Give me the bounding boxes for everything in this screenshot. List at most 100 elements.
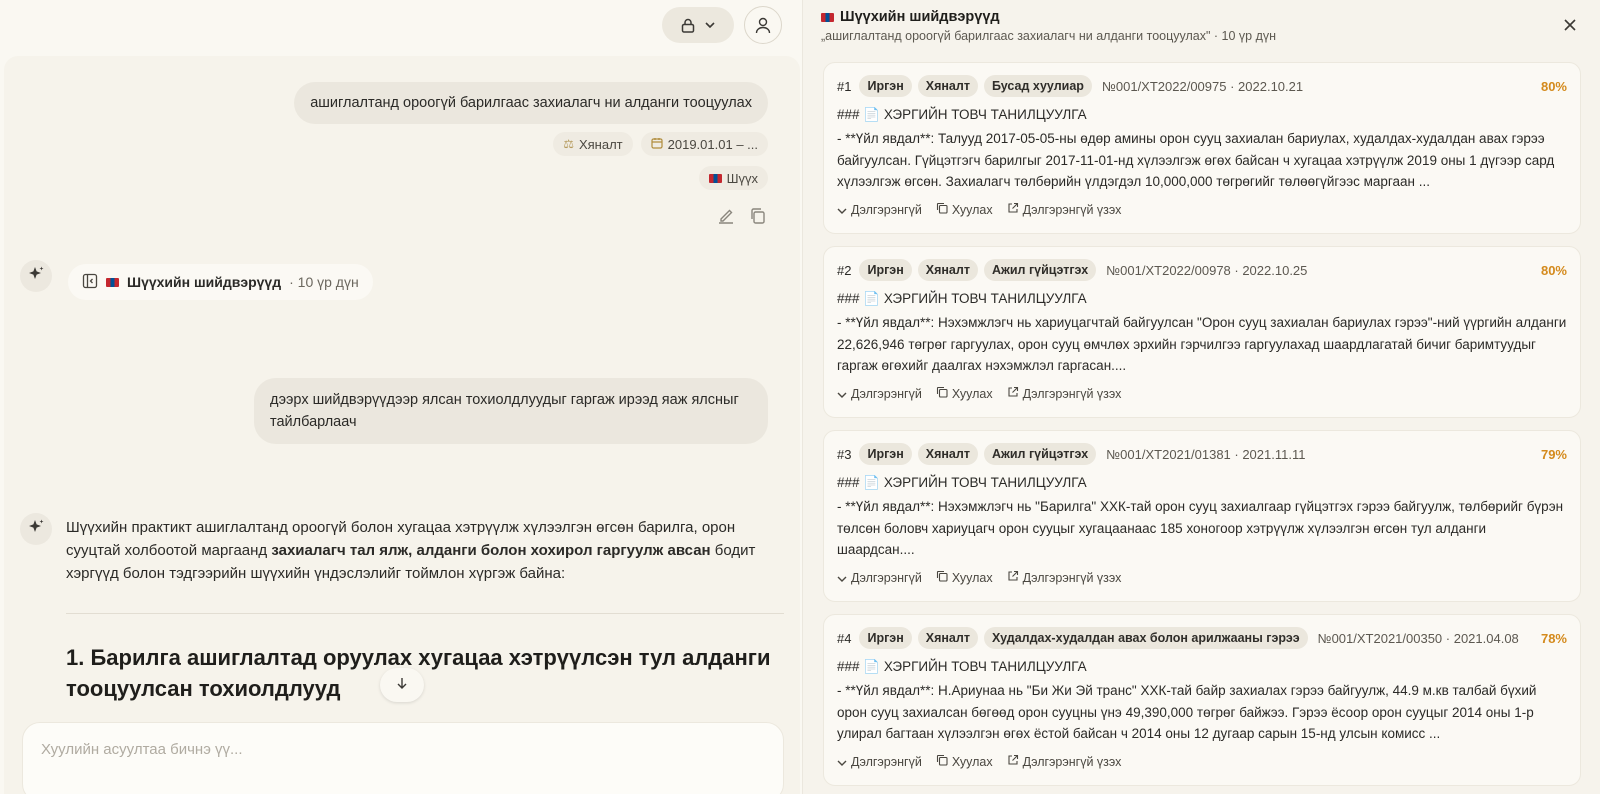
- action-label: Хуулах: [951, 754, 993, 769]
- chip-review[interactable]: ⚖ Хяналт: [553, 132, 633, 156]
- message-actions: [716, 206, 768, 226]
- message-composer: [22, 722, 784, 794]
- case-reference: №001/ХТ2021/00350 · 2021.04.08: [1317, 630, 1519, 646]
- chip-date-range[interactable]: 2019.01.01 – ...: [640, 132, 768, 156]
- copy-icon: [936, 386, 948, 401]
- case-reference: №001/ХТ2022/00975 · 2022.10.21: [1101, 78, 1304, 94]
- result-number: #2: [837, 262, 852, 278]
- open-detail-button[interactable]: Дэлгэрэнгүй үзэх: [1007, 386, 1122, 401]
- relevance-score: 80%: [1540, 78, 1567, 94]
- chat-panel: ашиглалтанд ороогүй барилгаас захиалагч …: [0, 0, 802, 794]
- result-header: #3 Иргэн Хяналт Ажил гүйцэтгэх №001/ХТ20…: [837, 441, 1567, 467]
- close-button[interactable]: [1560, 17, 1580, 37]
- top-toolbar: [662, 6, 782, 44]
- mongolia-flag-icon: [106, 277, 119, 287]
- panel-subtitle: „ашиглалтанд ороогүй барилгаас захиалагч…: [821, 29, 1277, 43]
- message-input[interactable]: [23, 723, 783, 776]
- sources-label: Шүүхийн шийдвэрүүд: [127, 274, 282, 290]
- panel-title-text: Шүүхийн шийдвэрүүд: [840, 9, 1000, 25]
- action-label: Хуулах: [951, 570, 993, 585]
- tag-category: Ажил гүйцэтгэх: [983, 259, 1097, 281]
- tag-category: Худалдах-худалдан авах болон арилжааны г…: [983, 627, 1308, 649]
- chip-label: Хяналт: [578, 136, 623, 152]
- result-card[interactable]: #1 Иргэн Хяналт Бусад хуулиар №001/ХТ202…: [823, 62, 1581, 234]
- action-label: Дэлгэрэнгүй үзэх: [1022, 202, 1122, 217]
- result-header: #4 Иргэн Хяналт Худалдах-худалдан авах б…: [837, 625, 1567, 651]
- result-heading: ### 📄 ХЭРГИЙН ТОВЧ ТАНИЛЦУУЛГА: [837, 291, 1087, 306]
- copy-button[interactable]: Хуулах: [936, 386, 993, 401]
- panel-toggle-icon: [82, 273, 98, 292]
- copy-icon: [936, 202, 948, 217]
- sources-count: · 10 үр дүн: [289, 274, 359, 290]
- result-heading: ### 📄 ХЭРГИЙН ТОВЧ ТАНИЛЦУУЛГА: [837, 659, 1087, 674]
- user-message: ашиглалтанд ороогүй барилгаас захиалагч …: [294, 82, 768, 124]
- answer-emphasis: захиалагч тал ялж, алданги болон хохирол…: [271, 542, 711, 559]
- open-detail-button[interactable]: Дэлгэрэнгүй үзэх: [1007, 202, 1122, 217]
- relevance-score: 79%: [1540, 446, 1567, 462]
- case-reference: №001/ХТ2022/00978 · 2022.10.25: [1106, 262, 1308, 278]
- tag-category: Бусад хуулиар: [983, 75, 1092, 97]
- chevron-down-icon: [837, 203, 847, 217]
- result-card[interactable]: #2 Иргэн Хяналт Ажил гүйцэтгэх №001/ХТ20…: [823, 246, 1581, 418]
- result-number: #1: [837, 78, 852, 94]
- chip-label: 2019.01.01 – ...: [667, 136, 758, 152]
- action-label: Дэлгэрэнгүй: [851, 754, 922, 769]
- result-card[interactable]: #3 Иргэн Хяналт Ажил гүйцэтгэх №001/ХТ20…: [823, 430, 1581, 602]
- result-card[interactable]: #4 Иргэн Хяналт Худалдах-худалдан авах б…: [823, 614, 1581, 786]
- copy-icon: [936, 754, 948, 769]
- expand-button[interactable]: Дэлгэрэнгүй: [837, 386, 922, 401]
- mongolia-flag-icon: [821, 12, 834, 22]
- tag-party: Иргэн: [859, 75, 912, 97]
- result-summary: - **Үйл явдал**: Нэхэмжлэгч нь хариуцагч…: [837, 315, 1567, 373]
- tag-party: Иргэн: [859, 259, 912, 281]
- action-label: Дэлгэрэнгүй: [851, 386, 922, 401]
- copy-button[interactable]: Хуулах: [936, 202, 993, 217]
- expand-button[interactable]: Дэлгэрэнгүй: [837, 202, 922, 217]
- chip-court[interactable]: Шүүх: [698, 166, 768, 190]
- chip-label: Шүүх: [726, 170, 758, 186]
- copy-icon[interactable]: [748, 206, 768, 226]
- tag-party: Иргэн: [859, 627, 912, 649]
- panel-title: Шүүхийн шийдвэрүүд: [821, 9, 1000, 25]
- tag-party: Иргэн: [859, 443, 912, 465]
- external-link-icon: [1007, 386, 1019, 401]
- result-header: #1 Иргэн Хяналт Бусад хуулиар №001/ХТ202…: [837, 73, 1567, 99]
- scale-icon: ⚖: [563, 137, 574, 151]
- lock-icon: [681, 18, 695, 33]
- assistant-avatar: [20, 260, 52, 292]
- tag-category: Ажил гүйцэтгэх: [983, 443, 1097, 465]
- case-reference: №001/ХТ2021/01381 · 2021.11.11: [1106, 446, 1306, 462]
- chevron-down-icon: [837, 387, 847, 401]
- scroll-to-bottom-button[interactable]: [380, 668, 424, 702]
- sources-toggle[interactable]: Шүүхийн шийдвэрүүд · 10 үр дүн: [68, 264, 373, 300]
- open-detail-button[interactable]: Дэлгэрэнгүй үзэх: [1007, 754, 1122, 769]
- mongolia-flag-icon: [708, 173, 722, 183]
- action-label: Дэлгэрэнгүй үзэх: [1022, 754, 1122, 769]
- filter-chips: ⚖ Хяналт 2019.01.01 – ...: [553, 132, 768, 156]
- open-detail-button[interactable]: Дэлгэрэнгүй үзэх: [1007, 570, 1122, 585]
- sparkle-icon: [27, 518, 45, 541]
- external-link-icon: [1007, 570, 1019, 585]
- action-label: Хуулах: [951, 386, 993, 401]
- close-icon: [1563, 18, 1577, 37]
- tag-instance: Хяналт: [917, 443, 978, 465]
- sparkle-icon: [27, 265, 45, 288]
- privacy-dropdown[interactable]: [662, 7, 734, 43]
- action-label: Дэлгэрэнгүй: [851, 202, 922, 217]
- copy-button[interactable]: Хуулах: [936, 570, 993, 585]
- action-label: Хуулах: [951, 202, 993, 217]
- relevance-score: 78%: [1540, 630, 1567, 646]
- edit-icon[interactable]: [716, 206, 736, 226]
- action-label: Дэлгэрэнгүй үзэх: [1022, 570, 1122, 585]
- assistant-answer: Шүүхийн практикт ашиглалтанд ороогүй бол…: [66, 516, 784, 585]
- expand-button[interactable]: Дэлгэрэнгүй: [837, 570, 922, 585]
- chevron-down-icon: [837, 755, 847, 769]
- copy-button[interactable]: Хуулах: [936, 754, 993, 769]
- sources-panel: Шүүхийн шийдвэрүүд „ашиглалтанд ороогүй …: [802, 0, 1600, 794]
- expand-button[interactable]: Дэлгэрэнгүй: [837, 754, 922, 769]
- action-label: Дэлгэрэнгүй: [851, 570, 922, 585]
- action-label: Дэлгэрэнгүй үзэх: [1022, 386, 1122, 401]
- tag-instance: Хяналт: [917, 627, 978, 649]
- copy-icon: [936, 570, 948, 585]
- user-menu-button[interactable]: [744, 6, 782, 44]
